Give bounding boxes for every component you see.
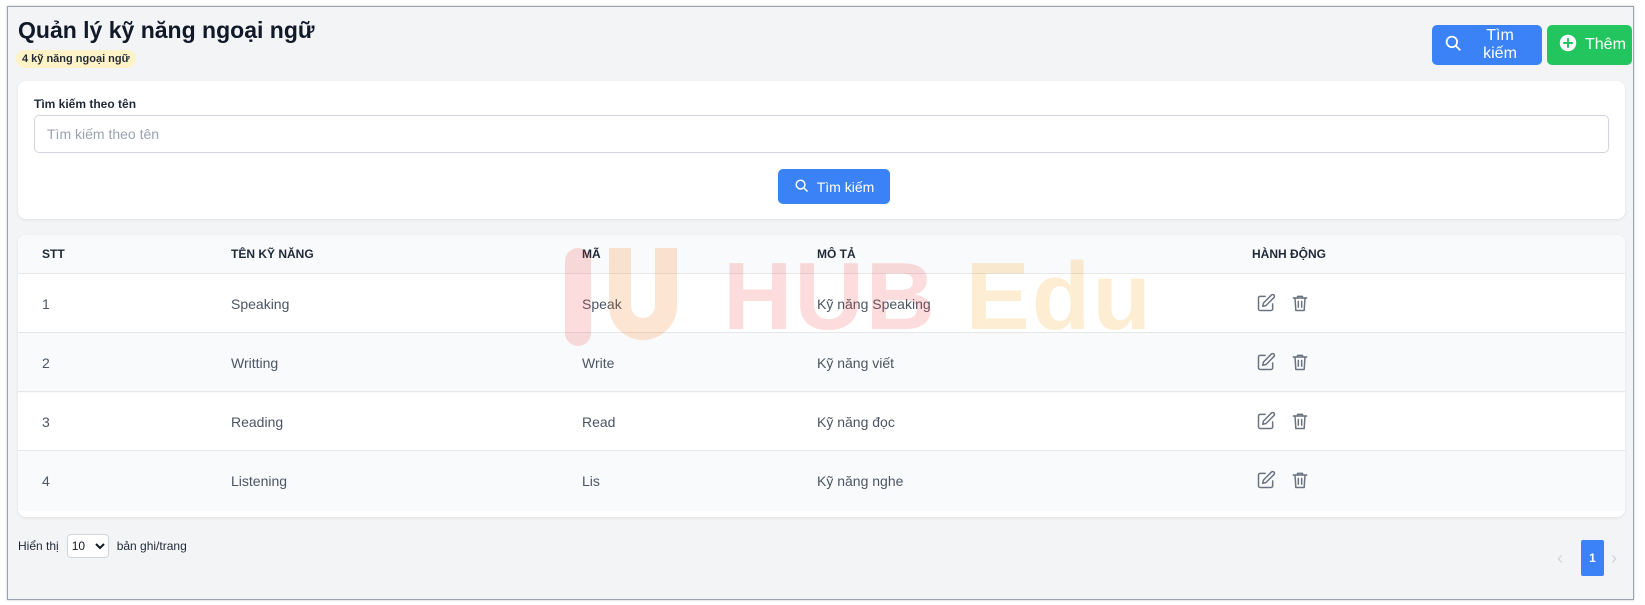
search-icon [1444,34,1462,57]
row-name: Reading [231,414,284,430]
trash-icon[interactable] [1288,409,1312,433]
table-row: 4 Listening Lis Kỹ năng nghe [18,450,1625,511]
chevron-right-icon[interactable]: › [1611,548,1617,569]
row-code: Speak [582,296,622,312]
page-size-control: Hiển thị 10 bản ghi/trang [18,534,187,558]
table-row: 1 Speaking Speak Kỹ năng Speaking [18,273,1625,334]
table-header: STT TÊN KỸ NĂNG MÃ MÔ TẢ HÀNH ĐỘNG [18,235,1625,273]
page-title: Quản lý kỹ năng ngoại ngữ [18,17,315,43]
search-submit-button[interactable]: Tìm kiếm [778,169,890,204]
search-card: Tìm kiếm theo tên Tìm kiếm [18,81,1625,219]
row-stt: 1 [42,296,50,312]
row-description: Kỹ năng đọc [817,414,895,430]
row-code: Read [582,414,616,430]
column-header-code: MÃ [582,247,601,261]
row-name: Speaking [231,296,290,312]
row-description: Kỹ năng viết [817,355,895,371]
page-button-current[interactable]: 1 [1581,540,1604,576]
row-description: Kỹ năng nghe [817,473,904,489]
column-header-name: TÊN KỸ NĂNG [231,247,314,261]
plus-circle-icon [1559,34,1577,57]
table-row: 2 Writting Write Kỹ năng viết [18,332,1625,393]
edit-icon[interactable] [1254,409,1278,433]
row-description: Kỹ năng Speaking [817,296,931,312]
search-input[interactable] [34,115,1609,153]
page-size-prefix: Hiển thị [18,539,59,553]
search-icon [794,178,809,196]
column-header-description: MÔ TẢ [817,247,856,261]
add-button[interactable]: Thêm [1547,25,1632,65]
trash-icon[interactable] [1288,468,1312,492]
row-stt: 2 [42,355,50,371]
trash-icon[interactable] [1288,291,1312,315]
edit-icon[interactable] [1254,468,1278,492]
row-stt: 3 [42,414,50,430]
page-size-suffix: bản ghi/trang [116,539,187,553]
page-size-select[interactable]: 10 [66,534,109,558]
row-stt: 4 [42,473,50,489]
count-badge: 4 kỹ năng ngoại ngữ [16,50,136,68]
row-code: Write [582,355,615,371]
edit-icon[interactable] [1254,291,1278,315]
skills-table: STT TÊN KỸ NĂNG MÃ MÔ TẢ HÀNH ĐỘNG 1 Spe… [18,235,1625,517]
column-header-actions: HÀNH ĐỘNG [1252,247,1326,261]
table-row: 3 Reading Read Kỹ năng đọc [18,391,1625,452]
add-button-label: Thêm [1585,36,1626,53]
row-name: Listening [231,473,288,489]
column-header-stt: STT [42,247,65,261]
row-name: Writting [231,355,279,371]
header-search-button[interactable]: Tìm kiếm [1432,25,1542,65]
search-label: Tìm kiếm theo tên [34,97,137,111]
edit-icon[interactable] [1254,350,1278,374]
app-frame: Quản lý kỹ năng ngoại ngữ 4 kỹ năng ngoạ… [7,6,1634,600]
chevron-left-icon[interactable]: ‹ [1557,548,1563,569]
search-submit-label: Tìm kiếm [816,178,875,195]
header-search-label: Tìm kiếm [1483,27,1517,62]
row-code: Lis [582,473,600,489]
trash-icon[interactable] [1288,350,1312,374]
